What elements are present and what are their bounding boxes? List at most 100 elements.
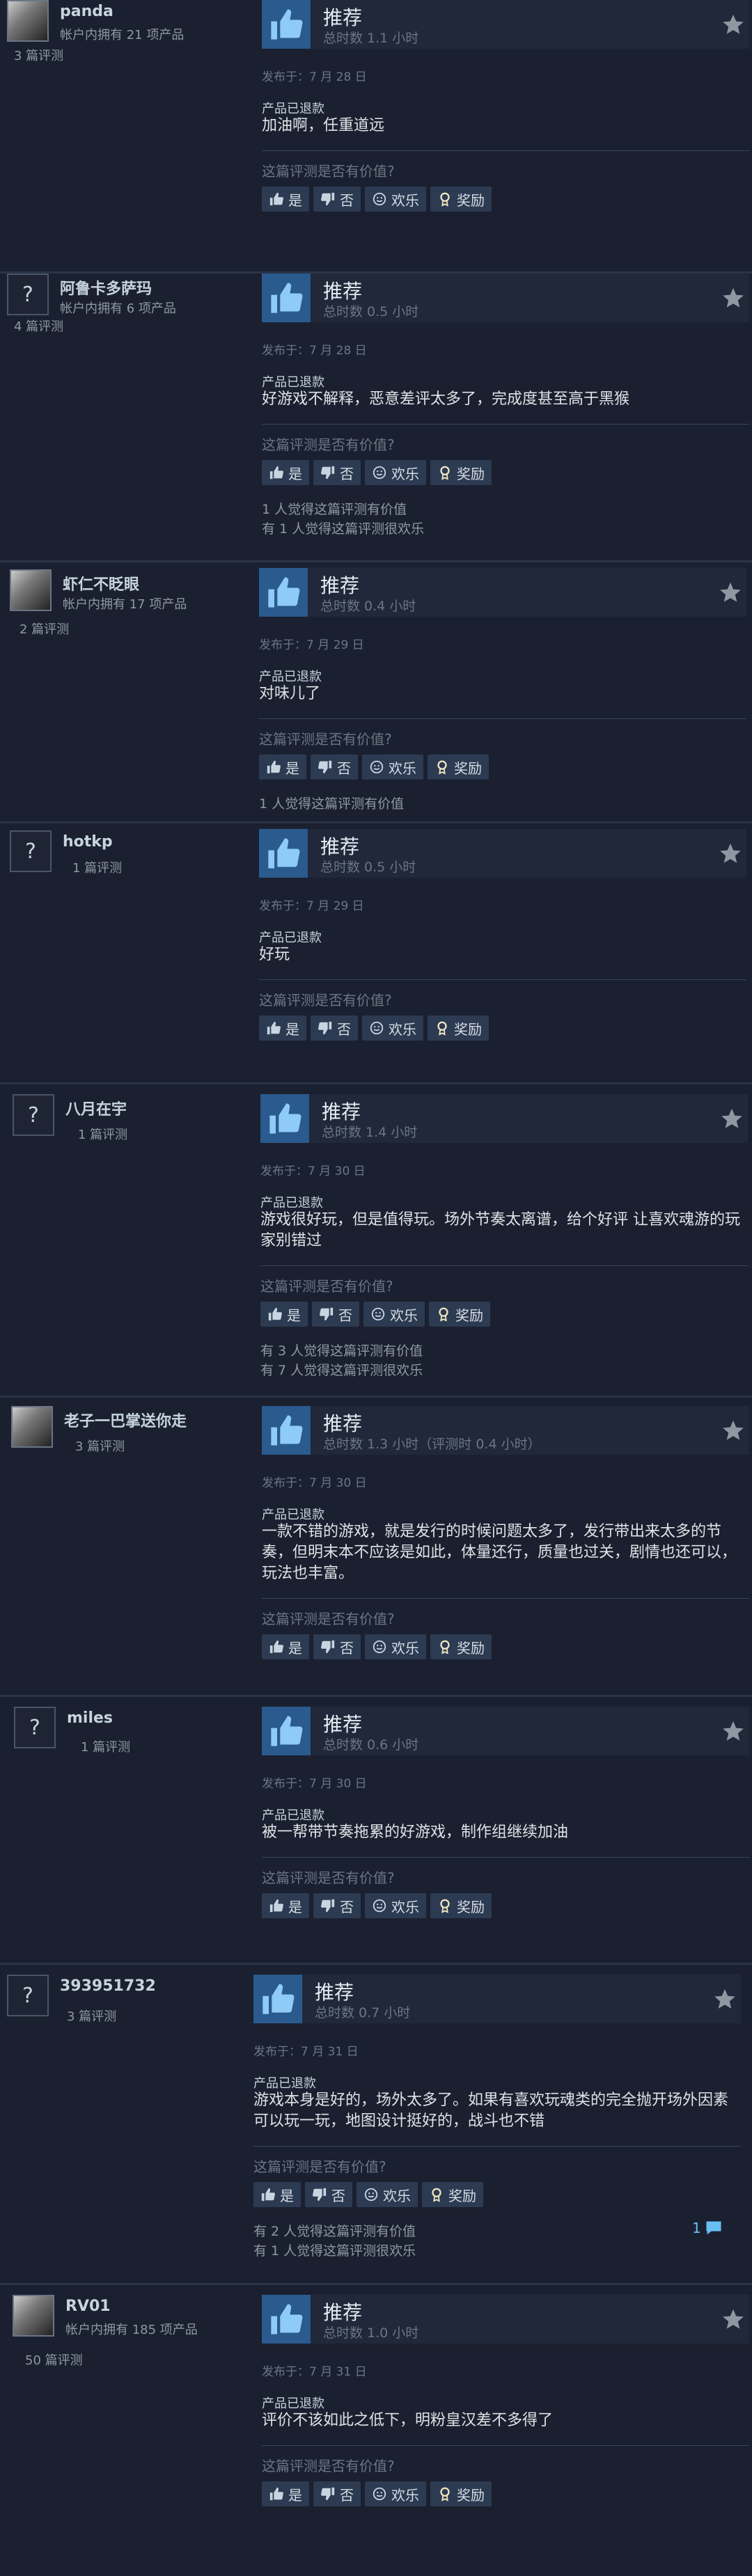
owned-products[interactable]: 帐户内拥有 17 项产品: [63, 594, 187, 613]
avatar[interactable]: [10, 569, 52, 611]
funny-button[interactable]: 欢乐: [363, 1302, 425, 1327]
yes-button[interactable]: 是: [260, 1302, 308, 1327]
yes-button[interactable]: 是: [262, 1634, 309, 1659]
avatar[interactable]: ?: [10, 830, 52, 872]
star-icon[interactable]: [721, 286, 745, 310]
avatar[interactable]: [11, 1406, 53, 1448]
no-button[interactable]: 否: [313, 187, 361, 212]
reviewer-name[interactable]: 393951732: [60, 1977, 156, 1995]
no-button[interactable]: 否: [312, 1302, 359, 1327]
smiley-icon: [369, 1020, 384, 1036]
avatar[interactable]: ?: [14, 1707, 56, 1748]
award-button[interactable]: 奖励: [429, 1302, 490, 1327]
button-label: 否: [340, 191, 354, 209]
avatar[interactable]: [13, 2295, 54, 2337]
review-count[interactable]: 1 篇评测: [81, 1737, 130, 1755]
avatar[interactable]: [7, 0, 49, 42]
reviewer-name[interactable]: RV01: [65, 2298, 111, 2315]
review-count[interactable]: 50 篇评测: [25, 2350, 83, 2369]
review-count[interactable]: 2 篇评测: [19, 619, 69, 638]
funny-button[interactable]: 欢乐: [365, 187, 426, 212]
no-button[interactable]: 否: [313, 1893, 361, 1918]
funny-button[interactable]: 欢乐: [365, 460, 426, 485]
avatar[interactable]: ?: [7, 274, 49, 315]
yes-button[interactable]: 是: [259, 754, 306, 780]
funny-button[interactable]: 欢乐: [365, 1634, 426, 1659]
no-button[interactable]: 否: [311, 754, 358, 780]
star-icon[interactable]: [719, 580, 742, 604]
no-button[interactable]: 否: [305, 2182, 352, 2207]
star-icon[interactable]: [721, 2307, 745, 2331]
recommend-label: 推荐: [322, 1100, 361, 1123]
playtime: 总时数 1.4 小时: [322, 1125, 418, 1140]
award-button[interactable]: 奖励: [430, 1893, 492, 1918]
no-button[interactable]: 否: [313, 2481, 361, 2506]
no-button[interactable]: 否: [313, 1634, 361, 1659]
comment-count[interactable]: 1: [692, 2218, 723, 2238]
vote-header[interactable]: 推荐 总时数 0.4 小时: [259, 568, 746, 617]
reviewer-name[interactable]: 虾仁不眨眼: [63, 572, 139, 594]
vote-header[interactable]: 推荐 总时数 1.1 小时: [262, 0, 749, 49]
reviewer-name[interactable]: 八月在宇: [65, 1097, 127, 1119]
review-count[interactable]: 3 篇评测: [75, 1437, 125, 1455]
owned-products[interactable]: 帐户内拥有 21 项产品: [60, 25, 184, 43]
vote-header[interactable]: 推荐 总时数 0.6 小时: [262, 1707, 749, 1755]
award-button[interactable]: 奖励: [430, 1634, 492, 1659]
helpful-question: 这篇评测是否有价值?: [253, 2158, 386, 2175]
vote-header[interactable]: 推荐 总时数 0.5 小时: [262, 274, 749, 322]
owned-products[interactable]: 帐户内拥有 185 项产品: [65, 2320, 198, 2338]
star-icon[interactable]: [719, 841, 742, 865]
review-count[interactable]: 4 篇评测: [14, 317, 63, 335]
award-button[interactable]: 奖励: [430, 460, 492, 485]
avatar[interactable]: ?: [13, 1094, 54, 1136]
award-button[interactable]: 奖励: [422, 2182, 483, 2207]
avatar[interactable]: ?: [7, 1975, 49, 2016]
funny-button[interactable]: 欢乐: [362, 754, 423, 780]
playtime: 总时数 0.5 小时: [320, 860, 416, 875]
vote-buttons: 是 否 欢乐 奖励: [259, 1016, 489, 1041]
reviewer-name[interactable]: miles: [67, 1709, 113, 1727]
review-count[interactable]: 1 篇评测: [72, 858, 122, 876]
funny-button[interactable]: 欢乐: [362, 1016, 423, 1041]
award-button[interactable]: 奖励: [430, 2481, 492, 2506]
star-icon[interactable]: [721, 1419, 745, 1442]
star-icon[interactable]: [721, 1719, 745, 1743]
vote-buttons: 是 否 欢乐 奖励: [253, 2182, 483, 2207]
star-icon[interactable]: [721, 13, 745, 36]
vote-header[interactable]: 推荐 总时数 0.5 小时: [259, 829, 746, 878]
no-button[interactable]: 否: [313, 460, 361, 485]
thumbs-up-icon: [262, 0, 311, 49]
funny-button[interactable]: 欢乐: [357, 2182, 418, 2207]
reviewer-name[interactable]: hotkp: [63, 833, 113, 851]
award-button[interactable]: 奖励: [428, 1016, 489, 1041]
award-button[interactable]: 奖励: [428, 754, 489, 780]
award-button[interactable]: 奖励: [430, 187, 492, 212]
review-count[interactable]: 3 篇评测: [67, 2007, 116, 2025]
star-icon[interactable]: [720, 1107, 744, 1130]
vote-header[interactable]: 推荐总时数 1.4 小时: [260, 1094, 748, 1143]
yes-button[interactable]: 是: [262, 1893, 309, 1918]
vote-header[interactable]: 推荐 总时数 1.3 小时（评测时 0.4 小时）: [262, 1406, 749, 1455]
button-label: 欢乐: [383, 2187, 411, 2204]
vote-header[interactable]: 推荐 总时数 0.7 小时: [253, 1975, 741, 2023]
review-count[interactable]: 3 篇评测: [14, 46, 63, 64]
star-icon[interactable]: [713, 1987, 737, 2011]
thumbs-up-icon: [266, 759, 281, 775]
owned-products[interactable]: 帐户内拥有 6 项产品: [60, 299, 176, 317]
yes-button[interactable]: 是: [262, 460, 309, 485]
reviewer-name[interactable]: 老子一巴掌送你走: [64, 1409, 187, 1431]
review-count[interactable]: 1 篇评测: [78, 1125, 127, 1143]
thumbs-down-icon: [318, 759, 333, 775]
yes-button[interactable]: 是: [259, 1016, 306, 1041]
reviewer-name[interactable]: panda: [60, 3, 113, 20]
funny-button[interactable]: 欢乐: [365, 2481, 426, 2506]
vote-header[interactable]: 推荐 总时数 1.0 小时: [262, 2295, 749, 2344]
award-icon: [434, 1020, 450, 1036]
funny-button[interactable]: 欢乐: [365, 1893, 426, 1918]
yes-button[interactable]: 是: [262, 2481, 309, 2506]
no-button[interactable]: 否: [311, 1016, 358, 1041]
recommend-label: 推荐: [323, 2301, 363, 2324]
reviewer-name[interactable]: 阿鲁卡多萨玛: [60, 276, 152, 299]
yes-button[interactable]: 是: [262, 187, 309, 212]
yes-button[interactable]: 是: [253, 2182, 301, 2207]
